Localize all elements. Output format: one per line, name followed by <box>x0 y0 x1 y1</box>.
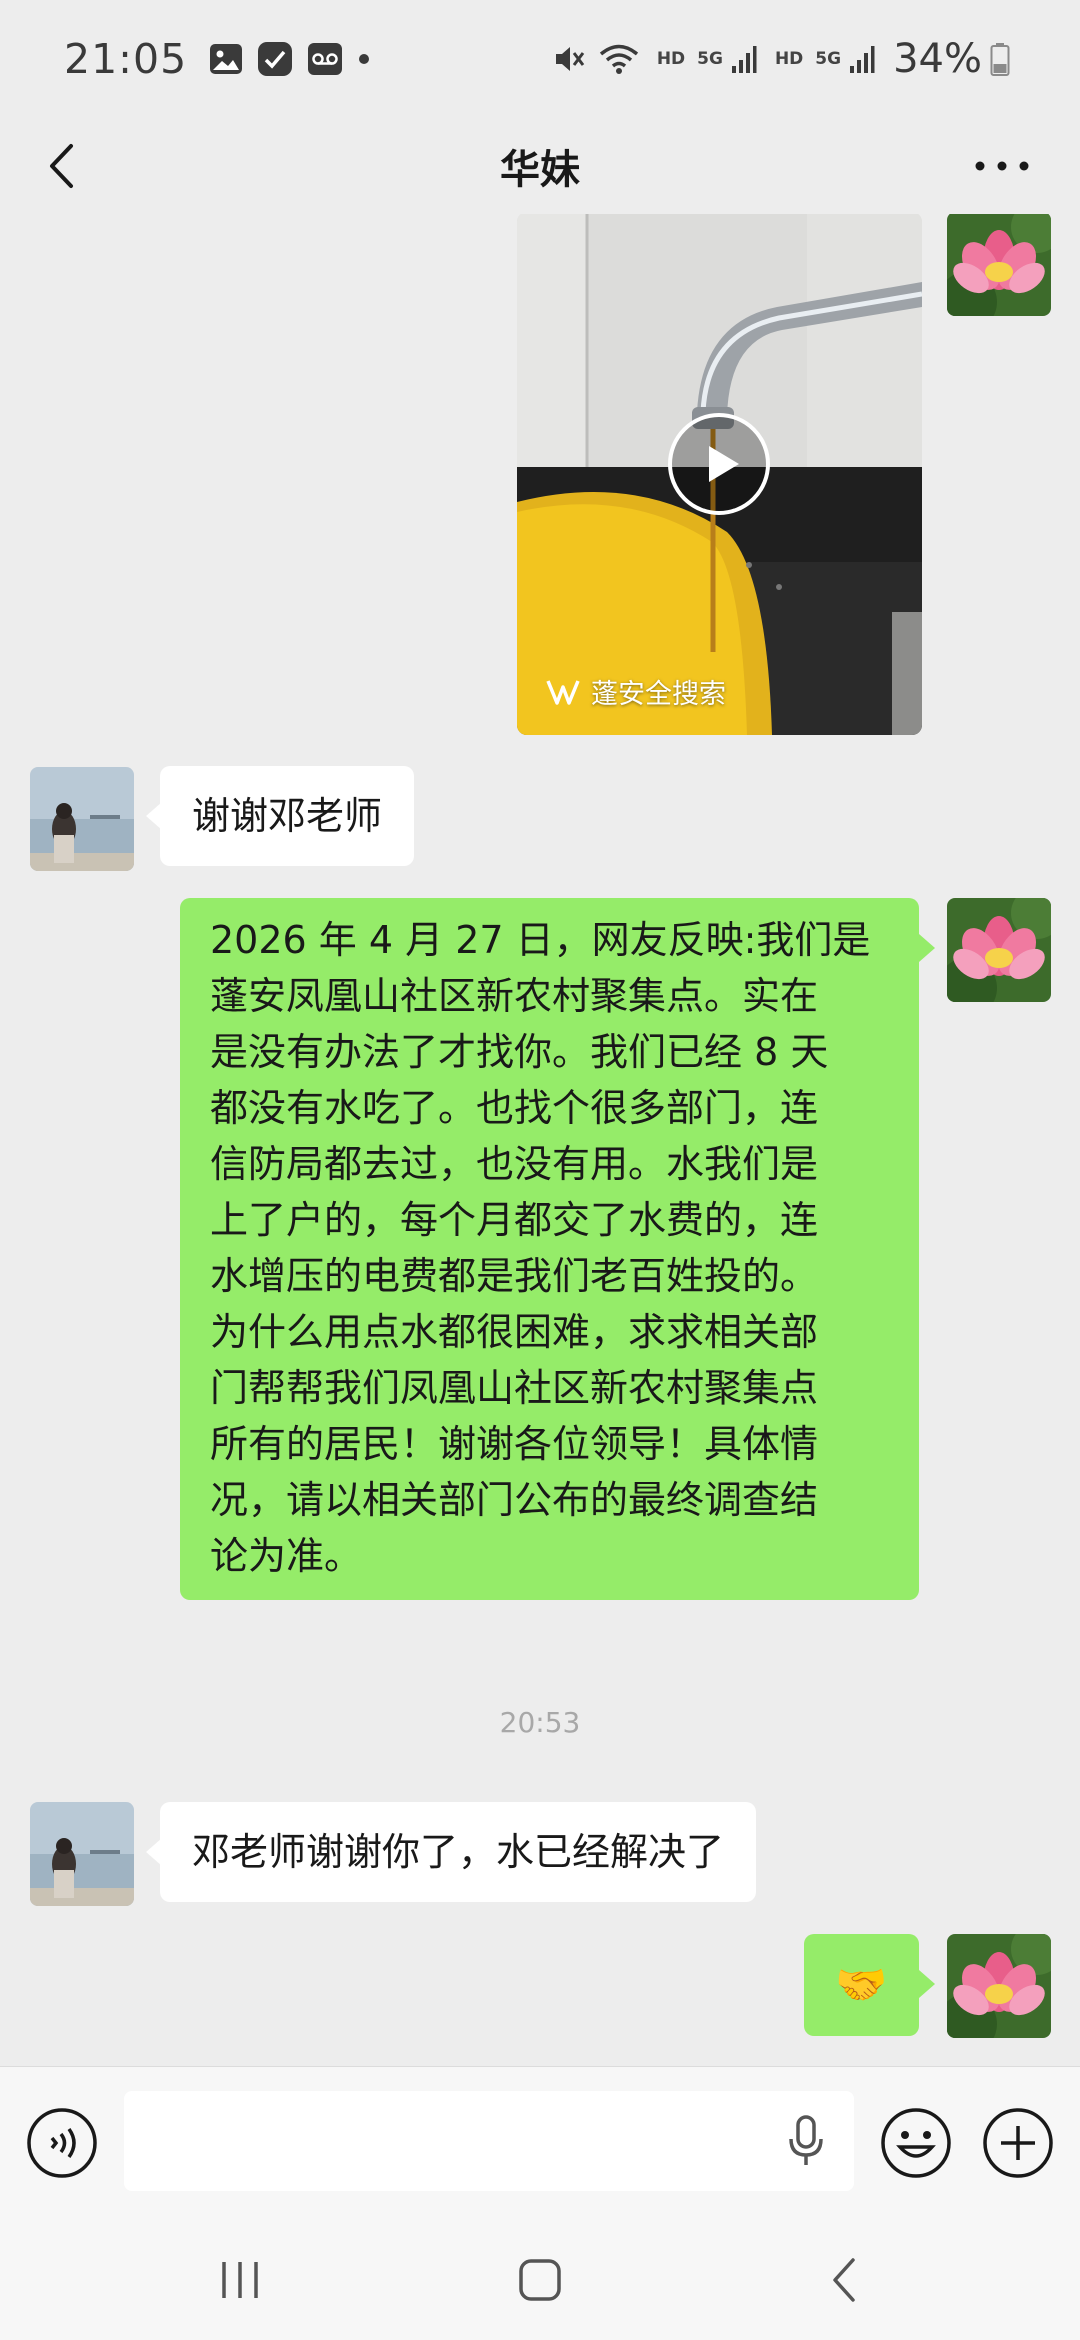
chat-header: 华妹 <box>0 118 1080 214</box>
chat-message-list[interactable]: 蓬安全搜索 谢谢邓老师 2026 年 4 月 27 日，网友反映:我们是 蓬安凤… <box>0 214 1080 2066</box>
home-icon[interactable] <box>510 2250 570 2310</box>
microphone-icon[interactable] <box>784 2113 828 2169</box>
emoji-icon[interactable] <box>878 2105 954 2181</box>
recent-apps-icon[interactable] <box>210 2250 270 2310</box>
message-text-line: 所有的居民！谢谢各位领导！具体情 <box>210 1422 819 1466</box>
message-bubble[interactable]: 邓老师谢谢你了，水已经解决了 <box>145 1802 757 1902</box>
message-text-line: 水增压的电费都是我们老百姓投的。 <box>210 1254 819 1298</box>
message-text-line: 是没有办法了才找你。我们已经 8 天 <box>210 1030 829 1074</box>
more-dots-icon[interactable] <box>972 148 1032 184</box>
message-text-line: 为什么用点水都很困难，求求相关部 <box>210 1310 819 1354</box>
chevron-left-icon[interactable] <box>38 140 90 192</box>
wifi-icon <box>599 43 639 75</box>
avatar[interactable] <box>947 898 1051 1002</box>
system-navigation-bar <box>0 2216 1080 2340</box>
network-tag: 5G <box>697 48 723 69</box>
voice-input-icon[interactable] <box>26 2107 98 2179</box>
avatar[interactable] <box>30 767 134 871</box>
back-icon[interactable] <box>815 2250 875 2310</box>
lotus-avatar-image <box>947 1934 1051 2038</box>
avatar[interactable] <box>947 214 1051 316</box>
battery-icon <box>990 42 1010 76</box>
avatar[interactable] <box>947 1934 1051 2038</box>
video-source-label: 蓬安全搜索 <box>545 672 726 711</box>
battery-percent: 34% <box>893 36 982 82</box>
signal-icon <box>731 44 757 74</box>
video-source-text: 蓬安全搜索 <box>591 679 726 710</box>
message-text-line: 都没有水吃了。也找个很多部门，连 <box>210 1086 819 1130</box>
seaside-avatar-image <box>30 1802 134 1906</box>
chat-title: 华妹 <box>500 147 580 193</box>
message-bubble[interactable]: 谢谢邓老师 <box>145 766 415 866</box>
voicemail-icon <box>307 42 343 76</box>
message-input[interactable] <box>124 2091 854 2191</box>
message-text-line: 况，请以相关部门公布的最终调查结 <box>210 1478 819 1522</box>
message-text-line: 门帮帮我们凤凰山社区新农村聚集点 <box>210 1366 819 1410</box>
status-time: 21:05 <box>64 35 188 83</box>
seaside-avatar-image <box>30 767 134 871</box>
message-text-line: 上了户的，每个月都交了水费的，连 <box>210 1198 819 1242</box>
gallery-icon <box>209 43 243 75</box>
input-bar <box>0 2066 1080 2216</box>
message-text: 邓老师谢谢你了，水已经解决了 <box>192 1830 725 1874</box>
message-text-line: 论为准。 <box>210 1534 363 1578</box>
message-text-line: 2026 年 4 月 27 日，网友反映:我们是 <box>210 918 871 962</box>
message-bubble[interactable]: 🤝 <box>804 1934 935 2036</box>
timestamp: 20:53 <box>499 1706 581 1739</box>
dot-icon <box>357 52 371 66</box>
handshake-emoji: 🤝 <box>835 1960 888 2009</box>
search-brand-icon <box>546 679 580 705</box>
lotus-avatar-image <box>947 898 1051 1002</box>
check-app-icon <box>257 41 293 77</box>
avatar[interactable] <box>30 1802 134 1906</box>
video-message[interactable]: 蓬安全搜索 <box>517 214 922 735</box>
play-icon[interactable] <box>667 412 771 516</box>
mute-icon <box>551 42 585 76</box>
message-text-line: 信防局都去过，也没有用。水我们是 <box>210 1142 819 1186</box>
signal-icon <box>849 44 875 74</box>
network-tag: HD <box>656 48 686 69</box>
plus-icon[interactable] <box>980 2105 1056 2181</box>
network-tag: 5G <box>815 48 842 69</box>
message-text-line: 蓬安凤凰山社区新农村聚集点。实在 <box>210 974 819 1018</box>
message-bubble[interactable]: 2026 年 4 月 27 日，网友反映:我们是 蓬安凤凰山社区新农村聚集点。实… <box>180 898 935 1600</box>
network-tag: HD <box>774 48 804 69</box>
status-bar: 21:05 HD 5G HD 5G 34% <box>0 0 1080 118</box>
lotus-avatar-image <box>947 214 1051 316</box>
message-text: 谢谢邓老师 <box>192 794 383 838</box>
